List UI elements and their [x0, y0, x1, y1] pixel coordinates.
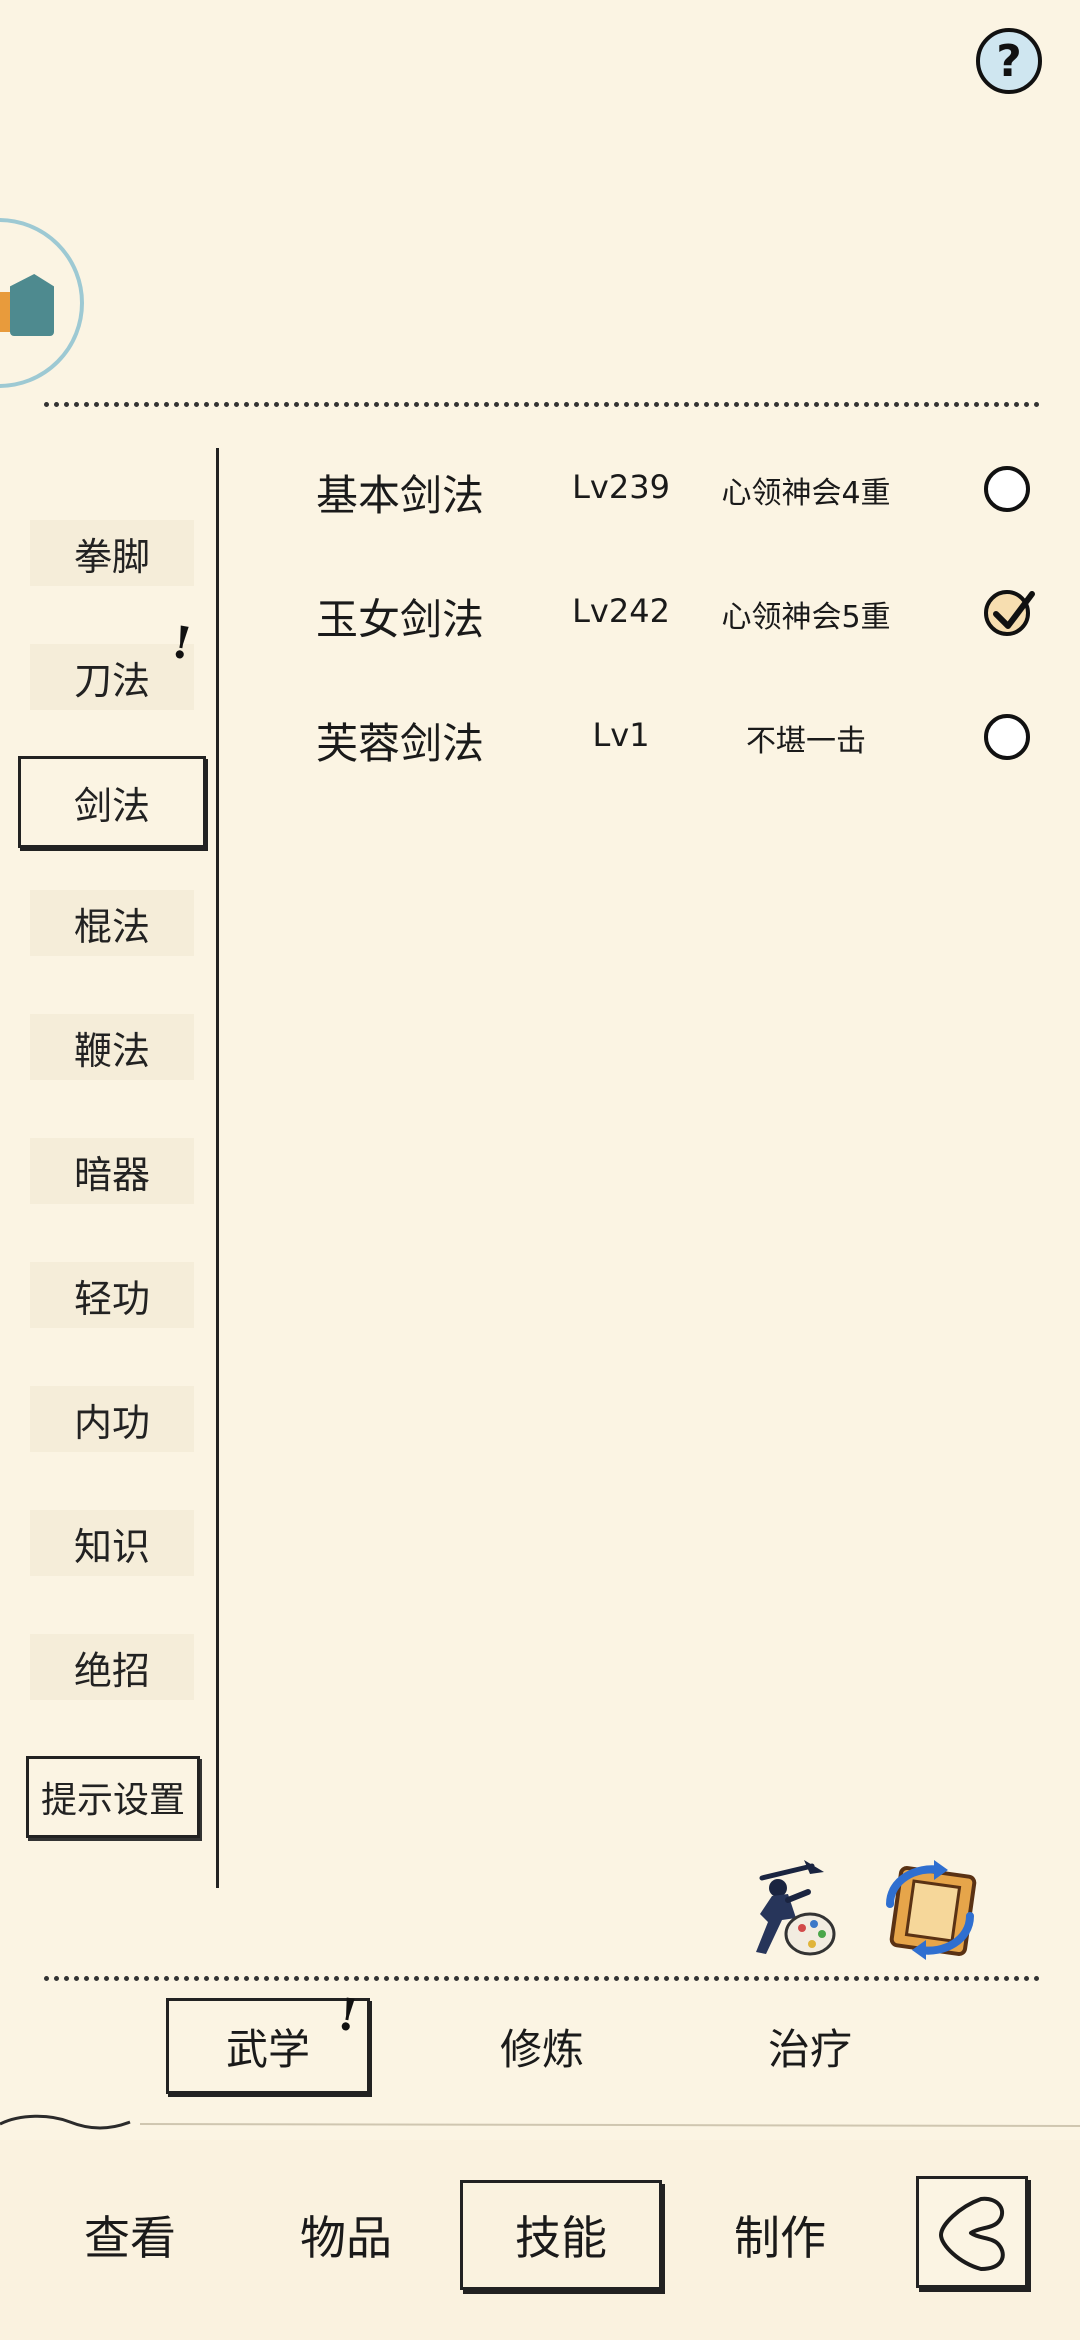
nav-zhizuo[interactable]: 制作 [690, 2180, 870, 2290]
back-arrow-icon [939, 2196, 1005, 2271]
checkmark-icon [993, 591, 1035, 629]
skill-level: Lv1 [592, 716, 650, 754]
middle-divider [44, 1976, 1040, 1981]
sidebar-item-quanjiao[interactable]: 拳脚 [30, 520, 194, 586]
wave-divider [0, 2114, 1080, 2130]
skill-level: Lv239 [572, 468, 670, 506]
scroll-exchange-icon[interactable] [876, 1858, 984, 1962]
subtab-xiulian[interactable]: 修炼 [440, 1998, 644, 2094]
sidebar-item-neigong[interactable]: 内功 [30, 1386, 194, 1452]
skill-name: 玉女剑法 [316, 595, 485, 644]
skill-level: Lv242 [572, 592, 670, 630]
skill-row[interactable]: 玉女剑法 Lv242 心领神会5重 [316, 576, 1036, 656]
nav-chakan[interactable]: 查看 [40, 2180, 220, 2290]
back-button[interactable] [916, 2176, 1028, 2288]
skill-checkbox-checked[interactable] [984, 590, 1035, 636]
skill-checkbox[interactable] [984, 714, 1030, 760]
skill-state: 心领神会4重 [721, 476, 891, 511]
nav-wupin[interactable]: 物品 [256, 2180, 436, 2290]
nav-jineng[interactable]: 技能 [460, 2180, 662, 2290]
top-divider [44, 402, 1040, 407]
avatar[interactable] [0, 218, 84, 388]
help-button[interactable]: ? [976, 28, 1042, 94]
sidebar-item-qinggong[interactable]: 轻功 [30, 1262, 194, 1328]
skill-name: 芙蓉剑法 [316, 719, 485, 768]
skill-state: 心领神会5重 [721, 600, 891, 635]
sidebar-item-bianfa[interactable]: 鞭法 [30, 1014, 194, 1080]
sidebar-item-anqi[interactable]: 暗器 [30, 1138, 194, 1204]
skill-row[interactable]: 芙蓉剑法 Lv1 不堪一击 [316, 700, 1036, 780]
swordsman-palette-icon[interactable] [742, 1858, 842, 1962]
skill-name: 基本剑法 [316, 471, 485, 520]
subtab-zhiliao[interactable]: 治疗 [708, 1998, 912, 2094]
skill-row[interactable]: 基本剑法 Lv239 心领神会4重 [316, 452, 1036, 532]
sidebar-divider [216, 448, 219, 1888]
sidebar-item-juezhao[interactable]: 绝招 [30, 1634, 194, 1700]
question-icon: ? [996, 35, 1022, 87]
sidebar-item-zhishi[interactable]: 知识 [30, 1510, 194, 1576]
sidebar-item-jianfa[interactable]: 剑法 [18, 756, 206, 848]
sidebar-item-gunfa[interactable]: 棍法 [30, 890, 194, 956]
skill-checkbox[interactable] [984, 466, 1030, 512]
hint-settings-button[interactable]: 提示设置 [26, 1756, 200, 1838]
skill-state: 不堪一击 [746, 724, 866, 759]
